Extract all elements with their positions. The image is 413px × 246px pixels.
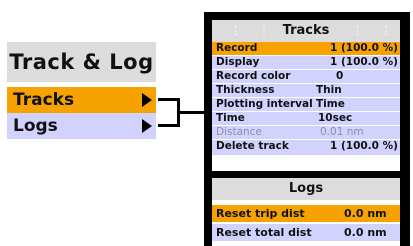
menu-item-label: Tracks — [13, 90, 75, 110]
menu-item-label: Logs — [13, 116, 58, 136]
row-label: Thickness — [216, 84, 275, 96]
row-value: 1 (100.0 %) — [330, 42, 398, 54]
grip-dots-icon: ⋮ ⋮ — [352, 24, 399, 37]
row-value: 1 (100.0 %) — [330, 56, 398, 68]
logs-submenu: Logs Reset trip dist 0.0 nm Reset total … — [212, 178, 400, 246]
arrow-right-icon — [142, 93, 152, 107]
logs-row-reset-total[interactable]: Reset total dist 0.0 nm — [212, 224, 400, 241]
row-label: Record — [216, 42, 258, 54]
row-value: 0.0 nm — [344, 207, 387, 220]
row-value: Time — [316, 98, 345, 110]
row-label: Reset trip dist — [216, 207, 305, 220]
tracks-row-time[interactable]: Time 10sec — [212, 112, 400, 125]
tracks-row-display[interactable]: Display 1 (100.0 %) — [212, 56, 400, 69]
row-value: 1 (100.0 %) — [330, 140, 398, 152]
row-label: Display — [216, 56, 260, 68]
tracks-row-thickness[interactable]: Thickness Thin — [212, 84, 400, 97]
menu-item-logs[interactable]: Logs — [7, 113, 156, 139]
row-value: 0.01 nm — [320, 126, 364, 138]
grip-dots-icon: ⋮ ⋮ — [230, 24, 277, 37]
row-label: Time — [216, 112, 245, 124]
logs-row-reset-trip[interactable]: Reset trip dist 0.0 nm — [212, 205, 400, 222]
logs-title: Logs — [288, 181, 324, 196]
tracks-row-distance: Distance 0.01 nm — [212, 126, 400, 139]
row-value: Thin — [316, 84, 342, 96]
tracks-row-delete-track[interactable]: Delete track 1 (100.0 %) — [212, 140, 400, 155]
connector-line — [177, 111, 204, 114]
row-label: Delete track — [216, 140, 289, 152]
row-value: 10sec — [318, 112, 353, 124]
row-label: Distance — [216, 126, 262, 138]
row-label: Reset total dist — [216, 226, 312, 239]
tracks-row-record-color[interactable]: Record color 0 — [212, 70, 400, 83]
menu-item-tracks[interactable]: Tracks — [7, 87, 156, 113]
row-label: Plotting interval — [216, 98, 313, 110]
row-value: 0.0 nm — [344, 226, 387, 239]
arrow-right-icon — [142, 119, 152, 133]
row-value: 0 — [336, 70, 344, 82]
tracks-row-record[interactable]: Record 1 (100.0 %) — [212, 42, 400, 55]
row-label: Record color — [216, 70, 291, 82]
tracks-row-plotting-interval[interactable]: Plotting interval Time — [212, 98, 400, 111]
tracks-title: Tracks — [282, 23, 330, 38]
menu-title: Track & Log — [7, 42, 156, 82]
logs-header: Logs — [212, 178, 400, 200]
tracks-submenu: Tracks ⋮ ⋮ ⋮ ⋮ Record 1 (100.0 %) Displa… — [212, 20, 400, 171]
